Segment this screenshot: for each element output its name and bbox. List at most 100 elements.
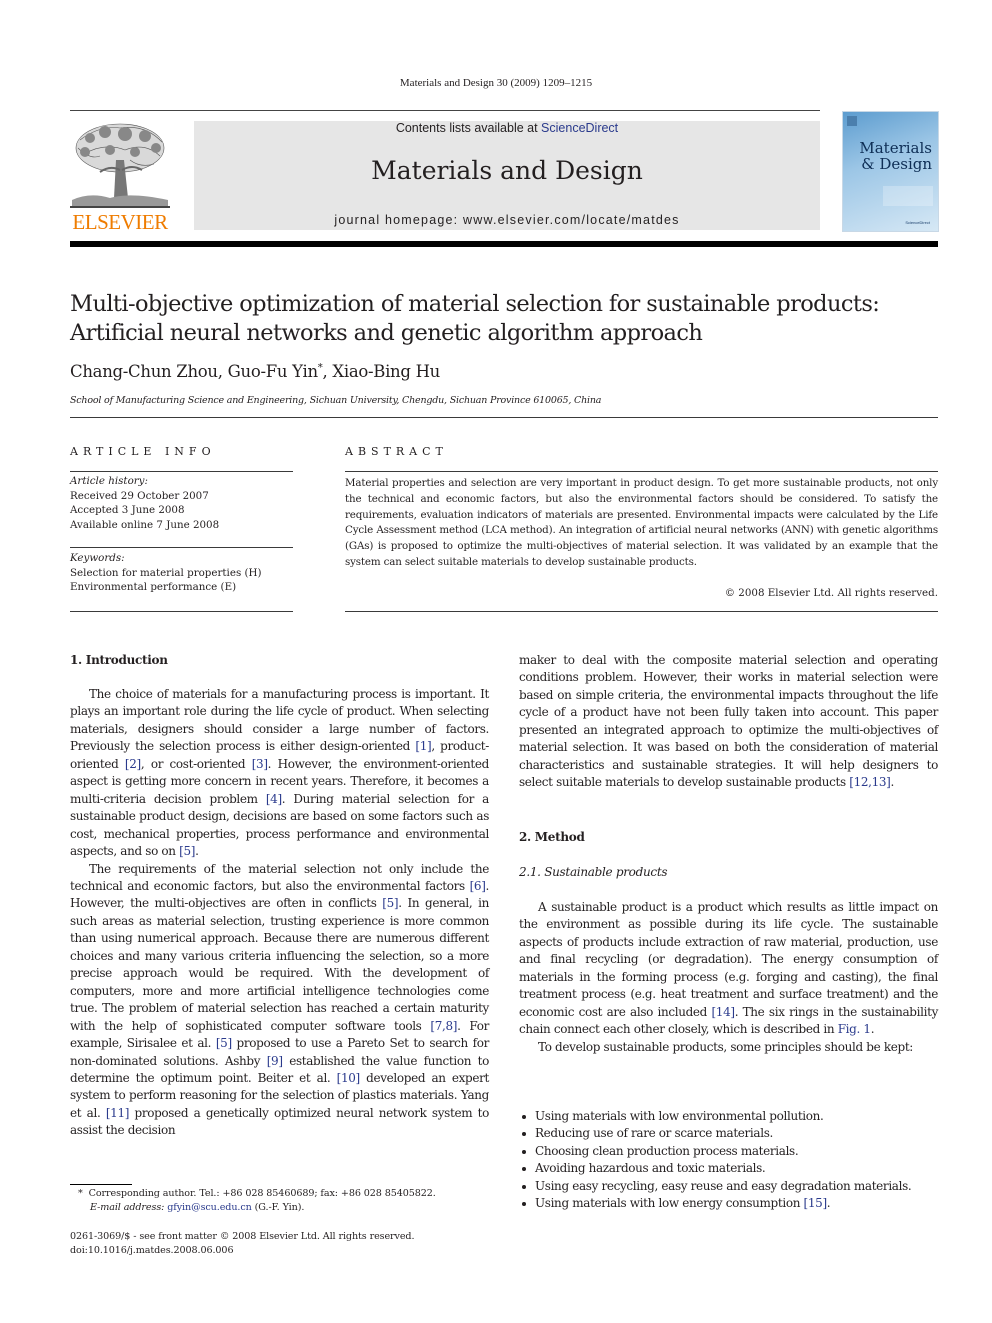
citation-link[interactable]: [2] [125,757,141,771]
citation-link[interactable]: [10] [337,1071,361,1085]
history-accepted: Accepted 3 June 2008 [70,504,185,516]
right-column: maker to deal with the composite materia… [519,652,938,792]
paragraph: The choice of materials for a manufactur… [70,686,489,861]
abstract-bottom-rule [345,611,938,612]
history-received: Received 29 October 2007 [70,489,209,502]
principles-list: Using materials with low environmental p… [519,1108,938,1213]
keywords-label: Keywords: [70,552,125,564]
section-1-heading: 1. Introduction [70,653,168,667]
email-link[interactable]: gfyin@scu.edu.cn [167,1202,252,1213]
bullet-icon [522,1184,526,1189]
top-rule [70,110,820,111]
citation-link[interactable]: [3] [252,757,268,771]
right-column-sec21: A sustainable product is a product which… [519,899,938,1056]
text-run: . [890,775,895,790]
list-item-text: Choosing clean production process materi… [535,1143,799,1158]
citation-link[interactable]: [5] [179,844,195,858]
article-title-line2: Artificial neural networks and genetic a… [70,320,703,346]
citation-link[interactable]: [14] [711,1005,735,1019]
section-2-heading: 2. Method [519,830,585,844]
authors-text: Chang-Chun Zhou, Guo-Fu Yin [70,362,318,381]
issn-line: 0261-3069/$ - see front matter © 2008 El… [70,1231,415,1242]
list-item: Choosing clean production process materi… [519,1143,938,1160]
text-run: A sustainable product is a product which… [519,900,938,1019]
journal-name: Materials and Design [371,156,643,185]
citation-link[interactable]: [6] [470,879,486,893]
journal-banner: Contents lists available at ScienceDirec… [194,121,820,230]
footnote-mark: * [78,1188,83,1199]
abstract-copyright: © 2008 Elsevier Ltd. All rights reserved… [724,587,938,599]
running-head: Materials and Design 30 (2009) 1209–1215 [399,77,593,89]
citation-link[interactable]: [9] [267,1054,283,1068]
text-run: proposed a genetically optimized neural … [70,1105,489,1138]
paragraph: To develop sustainable products, some pr… [538,1039,914,1054]
paragraph: maker to deal with the composite materia… [519,652,938,792]
citation-link[interactable]: [11] [106,1106,130,1120]
journal-cover-thumbnail[interactable]: Materials & Design ScienceDirect [842,111,939,232]
doi-link[interactable]: doi:10.1016/j.matdes.2008.06.006 [70,1244,500,1258]
title-rule [70,417,938,418]
text-run: The requirements of the material selecti… [70,861,489,893]
citation-link[interactable]: [5] [382,896,398,910]
elsevier-logo[interactable]: ELSEVIER [70,120,170,234]
elsevier-tree-icon [70,120,170,210]
list-item-text: Reducing use of rare or scarce materials… [535,1126,773,1141]
list-item: Using easy recycling, easy reuse and eas… [519,1178,938,1195]
cover-band [883,186,933,206]
abstract-text: Material properties and selection are ve… [345,477,938,568]
abstract-rule [345,471,938,472]
footnote: * Corresponding author. Tel.: +86 028 85… [78,1187,498,1215]
footnote-corresponding: * Corresponding author. Tel.: +86 028 85… [78,1187,498,1201]
citation-link[interactable]: [5] [216,1036,232,1050]
history-label: Article history: [70,475,148,487]
text-run: , or cost-oriented [140,756,252,771]
cover-title-line2: & Design [861,155,932,173]
text-run: . [870,1022,875,1037]
paragraph: The requirements of the material selecti… [70,861,489,1140]
citation-link[interactable]: [12,13] [849,775,891,789]
citation-link[interactable]: [7,8] [430,1019,457,1033]
corresponding-author-contact: Corresponding author. Tel.: +86 028 8546… [88,1188,436,1199]
authors-text-rest: , Xiao-Bing Hu [322,362,441,381]
bullet-icon [522,1167,526,1172]
list-item: Using materials with low energy consumpt… [519,1195,938,1212]
email-suffix: (G.-F. Yin). [251,1202,305,1213]
list-item-text: Using easy recycling, easy reuse and eas… [535,1178,912,1193]
text-run: maker to deal with the composite materia… [519,653,938,790]
cover-publisher: ScienceDirect [905,220,930,225]
cover-title: Materials & Design [843,140,938,172]
keywords: Keywords: Selection for material propert… [70,551,293,595]
bullet-icon [522,1115,526,1119]
elsevier-wordmark: ELSEVIER [72,210,168,234]
list-item: Reducing use of rare or scarce materials… [519,1125,938,1142]
journal-homepage[interactable]: journal homepage: www.elsevier.com/locat… [194,213,820,227]
article-title: Multi-objective optimization of material… [70,290,940,348]
figure-link[interactable]: Fig. 1 [838,1022,871,1036]
sciencedirect-link[interactable]: ScienceDirect [541,121,618,135]
article-history: Article history: Received 29 October 200… [70,474,293,532]
history-rule [70,547,293,548]
paragraph: A sustainable product is a product which… [519,899,938,1039]
article-info-rule [70,471,293,472]
authors: Chang-Chun Zhou, Guo-Fu Yin*, Xiao-Bing … [70,362,440,381]
citation-link[interactable]: [4] [266,792,282,806]
bullet-icon [522,1149,526,1154]
citation-link[interactable]: [15] [804,1196,828,1210]
text-run: . In general, in such areas as material … [70,896,489,1033]
list-item-text: Using materials with low environmental p… [535,1109,824,1123]
email-label: E-mail address: [90,1202,165,1213]
text-run: . [195,844,199,859]
history-online: Available online 7 June 2008 [70,518,220,531]
list-item-text: Avoiding hazardous and toxic materials. [535,1161,766,1176]
publication-info: 0261-3069/$ - see front matter © 2008 El… [70,1230,500,1258]
list-item: Using materials with low environmental p… [519,1108,938,1125]
masthead-rule [70,241,938,247]
article-info-heading: ARTICLE INFO [70,445,216,458]
footnote-rule [70,1184,132,1185]
citation-link[interactable]: [1] [415,739,431,753]
bullet-icon [522,1202,526,1207]
article-title-line1: Multi-objective optimization of material… [70,291,880,317]
bullet-icon [522,1132,526,1137]
contents-prefix: Contents lists available at [395,121,542,135]
list-item-text: Using materials with low energy consumpt… [535,1196,804,1211]
